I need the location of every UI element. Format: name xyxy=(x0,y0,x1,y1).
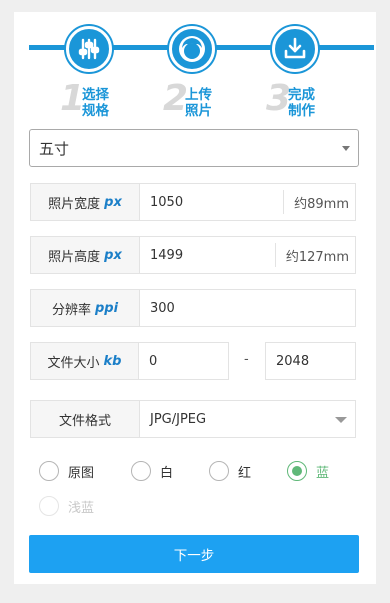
filesize-label: 文件大小 kb xyxy=(30,342,139,380)
bg-option-label: 浅蓝 xyxy=(68,500,95,516)
dpi-input[interactable]: 300 xyxy=(140,290,355,326)
step-upload-photo: 2 上传 照片 xyxy=(163,26,259,122)
height-input[interactable]: 1499 xyxy=(140,237,275,273)
height-row: 照片高度 px 1499 约127mm xyxy=(30,236,356,274)
bg-option-white[interactable]: 白 xyxy=(131,461,173,481)
width-mm: 约89mm xyxy=(283,190,355,214)
radio-circle[interactable] xyxy=(131,461,151,481)
step-label: 选择 规格 xyxy=(82,87,109,119)
bg-option-original[interactable]: 原图 xyxy=(39,461,94,481)
size-select[interactable]: 五寸 xyxy=(29,129,359,167)
bg-option-blue[interactable]: 蓝 xyxy=(287,461,329,481)
bg-option-label: 白 xyxy=(160,465,174,481)
next-button[interactable]: 下一步 xyxy=(29,535,359,573)
height-label: 照片高度 px xyxy=(31,237,140,273)
chevron-down-icon xyxy=(342,146,350,151)
dpi-label: 分辨率 ppi xyxy=(31,290,140,326)
size-select-value: 五寸 xyxy=(39,139,70,158)
chevron-down-icon[interactable] xyxy=(335,417,347,423)
bg-option-light-blue: 浅蓝 xyxy=(39,496,94,516)
bg-option-label: 红 xyxy=(238,465,252,481)
radio-circle[interactable] xyxy=(287,461,307,481)
dpi-row: 分辨率 ppi 300 xyxy=(30,289,356,327)
radio-circle xyxy=(39,496,59,516)
bg-option-label: 原图 xyxy=(68,465,95,481)
step-indicator: 1 选择 规格 2 上传 照片 3 完成 制作 xyxy=(14,12,376,122)
radio-circle[interactable] xyxy=(39,461,59,481)
face-upload-icon xyxy=(169,26,215,72)
filesize-row: 文件大小 kb 0 - 2048 xyxy=(30,342,356,380)
range-separator: - xyxy=(244,352,249,367)
radio-circle[interactable] xyxy=(209,461,229,481)
format-select[interactable]: JPG/JPEG xyxy=(140,401,355,437)
spec-card: 1 选择 规格 2 上传 照片 3 完成 制作 五寸 照片宽度 px 1050 … xyxy=(14,12,376,584)
height-mm: 约127mm xyxy=(274,243,355,267)
step-label: 完成 制作 xyxy=(288,87,315,119)
width-label: 照片宽度 px xyxy=(31,184,140,220)
bg-option-label: 蓝 xyxy=(316,465,330,481)
width-row: 照片宽度 px 1050 约89mm xyxy=(30,183,356,221)
step-label: 上传 照片 xyxy=(185,87,212,119)
sliders-icon xyxy=(66,26,112,72)
width-input[interactable]: 1050 xyxy=(140,184,283,220)
format-label: 文件格式 xyxy=(31,401,140,437)
bg-option-red[interactable]: 红 xyxy=(209,461,251,481)
filesize-max-input[interactable]: 2048 xyxy=(265,342,356,380)
step-select-spec: 1 选择 规格 xyxy=(60,26,156,122)
format-row: 文件格式 JPG/JPEG xyxy=(30,400,356,438)
step-finish: 3 完成 制作 xyxy=(266,26,362,122)
download-icon xyxy=(272,26,318,72)
filesize-min-input[interactable]: 0 xyxy=(138,342,229,380)
